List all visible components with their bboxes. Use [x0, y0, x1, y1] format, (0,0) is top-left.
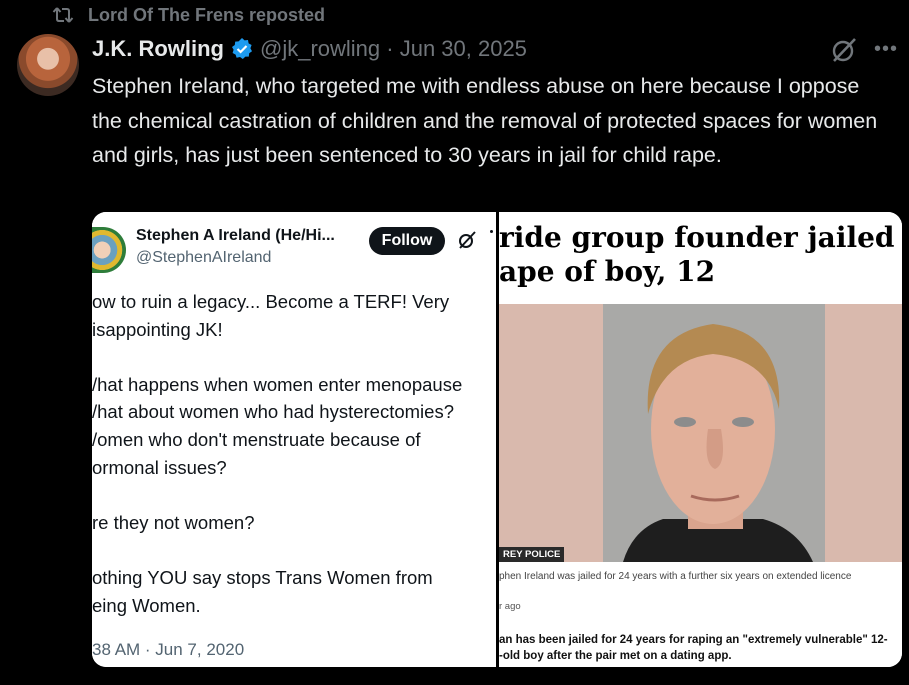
author-handle-time[interactable]: @jk_rowling · Jun 30, 2025 [260, 36, 527, 62]
headline-line: ride group founder jailed fo [499, 221, 902, 254]
embedded-more-icon [490, 230, 493, 233]
repost-text: Lord Of The Frens reposted [88, 4, 326, 25]
repost-indicator[interactable]: Lord Of The Frens reposted [52, 4, 325, 26]
embedded-text-line: /hat happens when women enter menopause [92, 373, 463, 395]
more-options-icon[interactable]: ••• [874, 38, 898, 61]
embedded-text-line: ow to ruin a legacy... Become a TERF! Ve… [92, 291, 450, 312]
verified-badge-icon [232, 38, 252, 59]
headline-line: ape of boy, 12 [499, 255, 716, 288]
embedded-text-line: othing YOU say stops Trans Women from [92, 566, 433, 588]
embedded-text-line: re they not women? [92, 511, 255, 533]
author-name[interactable]: J.K. Rowling [92, 36, 224, 62]
embedded-text-line: /hat about women who had hysterectomies? [92, 401, 454, 423]
photo-credit: REY POLICE [499, 547, 565, 562]
article-lead-line: -old boy after the pair met on a dating … [499, 650, 732, 662]
embedded-text-line: eing Women. [92, 594, 201, 616]
repost-icon [52, 7, 74, 23]
embedded-avatar [92, 227, 126, 273]
embedded-grok-icon [459, 231, 476, 249]
mugshot-face [623, 324, 813, 562]
grok-icon[interactable] [830, 36, 858, 64]
embedded-author-handle: @StephenAIreland [136, 249, 272, 266]
embedded-follow-button: Follow [369, 227, 445, 255]
embedded-text-line [92, 343, 496, 371]
embedded-text-line [92, 481, 496, 509]
embedded-timestamp: 38 AM · Jun 7, 2020 [92, 640, 245, 659]
photo-caption: phen Ireland was jailed for 24 years wit… [499, 571, 852, 582]
avatar[interactable] [17, 34, 79, 96]
embedded-tweet-screenshot: Stephen A Ireland (He/Hi... @StephenAIre… [92, 212, 496, 667]
news-article-screenshot: ride group founder jailed fo ape of boy,… [499, 212, 902, 667]
embedded-text-line [92, 536, 496, 564]
embedded-text-line: isappointing JK! [92, 318, 223, 340]
mugshot-photo [499, 304, 902, 562]
news-headline: ride group founder jailed fo ape of boy,… [499, 221, 902, 289]
tweet-text: Stephen Ireland, who targeted me with en… [92, 74, 878, 167]
embedded-author-name: Stephen A Ireland (He/Hi... [136, 227, 335, 244]
article-lead: an has been jailed for 24 years for rapi… [499, 632, 902, 664]
article-time-ago: r ago [499, 601, 521, 612]
article-lead-line: an has been jailed for 24 years for rapi… [499, 634, 888, 646]
tweet-header: J.K. Rowling @jk_rowling · Jun 30, 2025 [92, 34, 527, 64]
embedded-tweet-text: ow to ruin a legacy... Become a TERF! Ve… [92, 288, 496, 619]
embedded-text-line: /omen who don't menstruate because of [92, 428, 421, 450]
embedded-text-line: ormonal issues? [92, 456, 227, 478]
tweet-media[interactable]: Stephen A Ireland (He/Hi... @StephenAIre… [92, 212, 902, 667]
